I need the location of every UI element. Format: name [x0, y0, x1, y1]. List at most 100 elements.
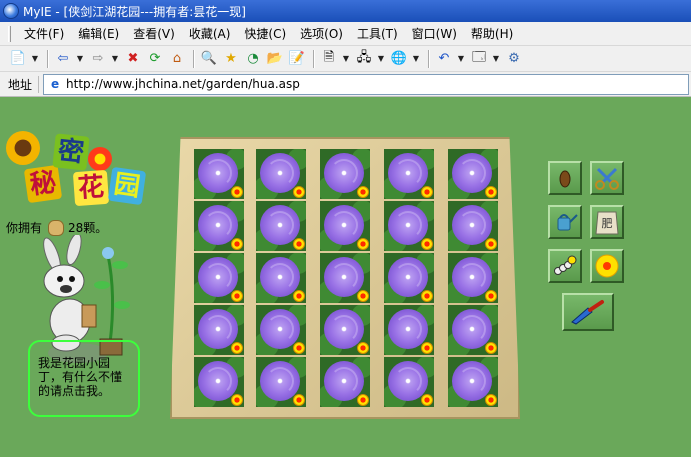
notes-icon[interactable]: 📝 — [287, 49, 307, 69]
flower-plot[interactable] — [384, 201, 434, 251]
fertilizer-tool-button[interactable]: 肥 — [590, 205, 624, 239]
window-list-dropdown-icon[interactable]: ▼ — [491, 54, 501, 63]
sun-badge-icon — [357, 394, 369, 406]
menu-edit[interactable]: 编辑(E) — [71, 23, 126, 44]
flower-plot[interactable] — [256, 149, 306, 199]
flower-plot[interactable] — [256, 357, 306, 407]
flower-plot[interactable] — [194, 253, 244, 303]
forward-icon[interactable]: ⇨ — [88, 49, 108, 69]
petal-swirl — [266, 159, 294, 187]
search-icon[interactable]: 🔍 — [199, 49, 219, 69]
window-title: MyIE - [侠剑江湖花园---拥有者:昙花一现] — [23, 4, 246, 19]
petal-swirl — [458, 211, 486, 239]
new-page-dropdown-icon[interactable]: ▼ — [30, 54, 40, 63]
page-options-dropdown-icon[interactable]: ▼ — [341, 54, 351, 63]
window-list-icon[interactable]: 🗔 — [469, 49, 489, 69]
sun-badge-icon — [357, 238, 369, 250]
caterpillar-icon — [554, 255, 577, 275]
flower-plot[interactable] — [384, 149, 434, 199]
sun-badge-icon — [293, 394, 305, 406]
stop-icon[interactable]: ✖ — [123, 49, 143, 69]
flower-plot[interactable] — [448, 357, 498, 407]
seed-tool-button[interactable] — [548, 161, 582, 195]
petal-swirl — [458, 315, 486, 343]
back-dropdown-icon[interactable]: ▼ — [75, 54, 85, 63]
flower-plot[interactable] — [320, 253, 370, 303]
folder-icon[interactable]: 📂 — [265, 49, 285, 69]
flower-plot[interactable] — [320, 357, 370, 407]
garden-board — [170, 137, 520, 419]
flower-plot[interactable] — [320, 201, 370, 251]
flower-icon — [88, 147, 112, 171]
petal-swirl — [394, 211, 422, 239]
menu-favorites[interactable]: 收藏(A) — [182, 23, 238, 44]
flower-plot[interactable] — [448, 305, 498, 355]
menu-help[interactable]: 帮助(H) — [464, 23, 520, 44]
forward-dropdown-icon[interactable]: ▼ — [110, 54, 120, 63]
flower-plot[interactable] — [256, 253, 306, 303]
flower-plot[interactable] — [448, 201, 498, 251]
flower-plot[interactable] — [194, 149, 244, 199]
sun-badge-icon — [421, 186, 433, 198]
seeds-prefix: 你拥有 — [6, 221, 43, 235]
undo-close-icon[interactable]: ↶ — [434, 49, 454, 69]
sunflower-tool-button[interactable] — [590, 249, 624, 283]
fertilizer-bag-icon: 肥 — [595, 211, 619, 235]
flower-plot[interactable] — [448, 253, 498, 303]
flower-plot[interactable] — [194, 201, 244, 251]
petal-swirl — [204, 367, 232, 395]
petal-swirl — [458, 367, 486, 395]
sun-badge-icon — [231, 342, 243, 354]
gardener-speech-bubble[interactable]: 我是花园小园丁，有什么不懂的请点击我。 — [28, 340, 140, 417]
sun-badge-icon — [231, 394, 243, 406]
toolbar-separator — [193, 49, 195, 68]
menu-bar: 文件(F) 编辑(E) 查看(V) 收藏(A) 快捷(C) 选项(O) 工具(T… — [0, 22, 691, 46]
menu-options[interactable]: 选项(O) — [293, 23, 350, 44]
flower-plot[interactable] — [320, 305, 370, 355]
network-globe-icon[interactable]: 🌐 — [389, 49, 409, 69]
sun-badge-icon — [293, 342, 305, 354]
flower-plot[interactable] — [320, 149, 370, 199]
page-options-icon[interactable]: 🗎 — [319, 49, 339, 69]
menu-window[interactable]: 窗口(W) — [405, 23, 464, 44]
menu-tools[interactable]: 工具(T) — [350, 23, 405, 44]
petal-swirl — [330, 315, 358, 343]
menu-view[interactable]: 查看(V) — [126, 23, 182, 44]
address-input[interactable]: e http://www.jhchina.net/garden/hua.asp — [43, 73, 689, 95]
settings-gear-icon[interactable]: ⚙ — [504, 49, 524, 69]
back-icon[interactable]: ⇦ — [53, 49, 73, 69]
flower-plot[interactable] — [384, 253, 434, 303]
petal-swirl — [204, 263, 232, 291]
history-icon[interactable]: ◔ — [243, 49, 263, 69]
flower-plot[interactable] — [384, 357, 434, 407]
flower-plot[interactable] — [384, 305, 434, 355]
flower-plot[interactable] — [194, 305, 244, 355]
proxy-dropdown-icon[interactable]: ▼ — [376, 54, 386, 63]
new-page-icon[interactable]: 📄 — [8, 49, 28, 69]
trowel-tool-button[interactable] — [562, 293, 614, 331]
watering-tool-button[interactable] — [548, 205, 582, 239]
home-icon[interactable]: ⌂ — [167, 49, 187, 69]
network-dropdown-icon[interactable]: ▼ — [411, 54, 421, 63]
scissors-tool-button[interactable] — [590, 161, 624, 195]
seeds-count: 28颗。 — [68, 221, 108, 235]
flower-plot[interactable] — [256, 201, 306, 251]
menu-shortcuts[interactable]: 快捷(C) — [237, 23, 293, 44]
flower-plot[interactable] — [448, 149, 498, 199]
flower-plot[interactable] — [194, 357, 244, 407]
address-url[interactable]: http://www.jhchina.net/garden/hua.asp — [66, 77, 300, 91]
title-bar: MyIE - [侠剑江湖花园---拥有者:昙花一现] — [0, 0, 691, 22]
refresh-icon[interactable]: ⟳ — [145, 49, 165, 69]
logo-char: 秘 — [23, 164, 63, 204]
petal-swirl — [266, 367, 294, 395]
sun-badge-icon — [293, 186, 305, 198]
undo-close-dropdown-icon[interactable]: ▼ — [456, 54, 466, 63]
petal-swirl — [204, 211, 232, 239]
menu-file[interactable]: 文件(F) — [17, 23, 71, 44]
proxy-icon[interactable]: 🖧 — [354, 49, 374, 69]
logo-char: 园 — [107, 166, 147, 206]
pest-tool-button[interactable] — [548, 249, 582, 283]
flower-plot[interactable] — [256, 305, 306, 355]
favorites-star-icon[interactable]: ★ — [221, 49, 241, 69]
gardener-speech-text: 我是花园小园丁，有什么不懂的请点击我。 — [38, 356, 123, 398]
